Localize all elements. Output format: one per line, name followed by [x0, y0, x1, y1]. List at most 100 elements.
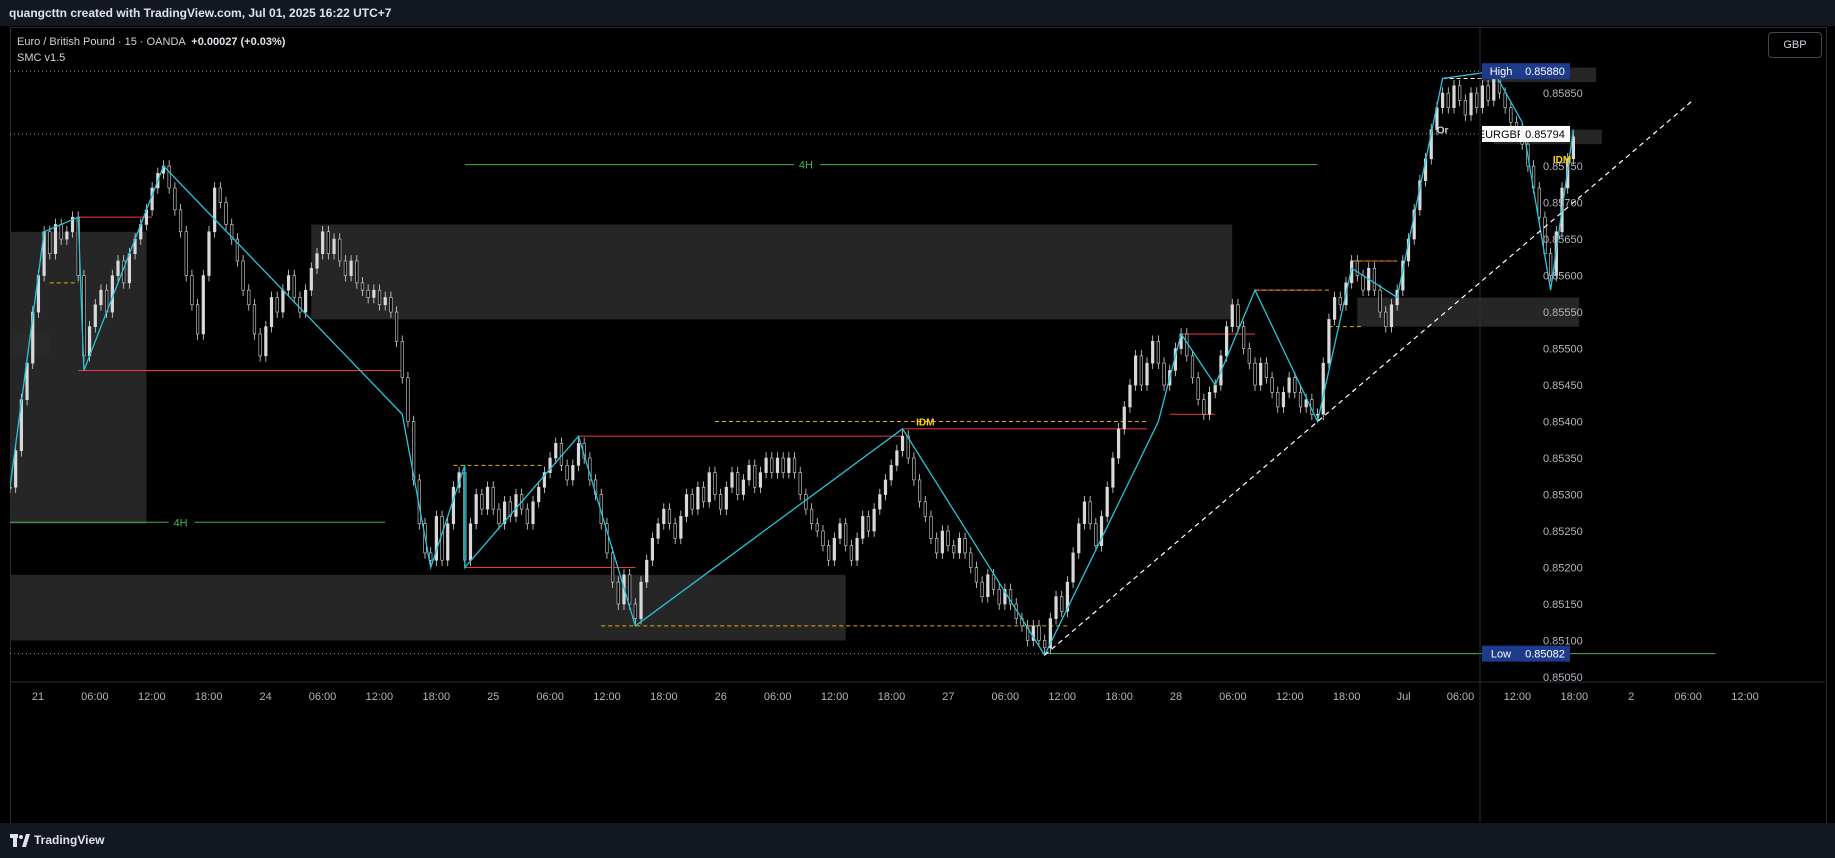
currency-button[interactable]: GBP [1768, 32, 1822, 58]
candle-body [269, 297, 274, 327]
time-axis-tick: 06:00 [536, 691, 564, 703]
candle-body [241, 260, 245, 291]
candle-body [1128, 384, 1132, 408]
chart-annotation: IDM [916, 418, 934, 429]
candle-body [1162, 362, 1166, 386]
time-axis-tick: 06:00 [764, 691, 792, 703]
candle-body [201, 275, 205, 335]
candle-body [935, 538, 939, 554]
candle-body [787, 457, 791, 473]
candle-body [662, 508, 666, 525]
candle-body [804, 494, 808, 510]
candle-body [1327, 319, 1331, 364]
time-axis-tick: 18:00 [1561, 691, 1589, 703]
candle-body [1389, 304, 1394, 327]
price-chart[interactable]: 4H4H4HIDMIDMM15Or0.858500.857500.857000.… [10, 27, 1825, 822]
price-axis-tick: 0.85650 [1543, 234, 1583, 246]
candle-body [633, 603, 637, 619]
candle-body [1480, 85, 1485, 108]
candle-body [815, 523, 819, 532]
time-axis-tick: 27 [942, 691, 954, 703]
candle-body [849, 545, 853, 561]
candle-body [196, 304, 200, 335]
candle-body [537, 486, 541, 503]
price-axis-tick: 0.85700 [1543, 198, 1583, 210]
liquidity-zone [311, 224, 1233, 320]
candle-body [360, 282, 365, 291]
candle-body [315, 253, 319, 269]
footer-brand: TradingView [34, 833, 105, 847]
candle-body [667, 508, 672, 525]
footer-bar: TradingView [0, 823, 1835, 858]
time-axis-tick: 26 [715, 691, 727, 703]
candle-body [679, 516, 683, 539]
candle-body [1458, 85, 1462, 101]
candle-body [59, 224, 63, 240]
candle-body [264, 326, 268, 357]
candle-body [440, 516, 444, 561]
candle-body [855, 538, 859, 561]
price-axis-tick: 0.85150 [1543, 599, 1583, 611]
time-axis-tick: 28 [1170, 691, 1182, 703]
candle-body [321, 231, 325, 254]
candle-body [497, 508, 501, 525]
symbol-description[interactable]: Euro / British Pound · 15 · OANDA [17, 36, 185, 48]
time-axis-tick: 06:00 [81, 691, 109, 703]
price-axis-tick: 0.85750 [1543, 161, 1583, 173]
high-price-value: 0.85880 [1525, 66, 1565, 78]
candle-body [1384, 311, 1388, 327]
candle-body [1156, 340, 1160, 364]
candle-body [656, 523, 660, 539]
candle-body [1145, 362, 1149, 386]
candle-body [639, 581, 643, 619]
liquidity-zone [10, 574, 846, 641]
high-price-label: High [1490, 66, 1513, 78]
candle-body [99, 289, 103, 306]
time-axis-tick: 06:00 [1447, 691, 1475, 703]
candle-body [178, 209, 183, 233]
candle-body [1298, 392, 1303, 408]
candle-body [645, 559, 649, 583]
attribution-bar: quangcttn created with TradingView.com, … [0, 0, 1835, 26]
price-axis-tick: 0.85450 [1543, 380, 1583, 392]
candle-body [957, 538, 961, 554]
candle-body [1372, 267, 1376, 291]
candle-body [116, 260, 120, 276]
price-axis-tick: 0.85250 [1543, 526, 1583, 538]
candle-body [525, 508, 529, 525]
candle-body [997, 589, 1001, 605]
candle-body [1281, 392, 1286, 408]
candle-body [1469, 92, 1473, 116]
candle-body [474, 494, 478, 525]
candle-body [730, 472, 734, 488]
candle-body [684, 494, 689, 517]
candle-body [65, 231, 69, 240]
candle-body [1247, 348, 1251, 364]
candle-body [1509, 107, 1513, 123]
time-axis-tick: 12:00 [1731, 691, 1759, 703]
tradingview-logo-icon[interactable] [10, 834, 30, 847]
indicator-name[interactable]: SMC v1.5 [17, 50, 285, 66]
candle-body [963, 538, 967, 554]
candle-body [184, 231, 188, 276]
candle-body [690, 494, 694, 510]
candle-body [1463, 100, 1467, 116]
candle-body [1338, 297, 1342, 306]
candle-body [286, 275, 291, 291]
candle-body [298, 297, 302, 313]
candle-body [258, 333, 262, 357]
candle-body [895, 450, 899, 466]
candle-body [792, 457, 797, 473]
time-axis-tick: 12:00 [821, 691, 849, 703]
time-axis-tick: 12:00 [1048, 691, 1076, 703]
candle-body [781, 457, 785, 473]
time-axis-tick: 12:00 [366, 691, 394, 703]
candle-body [292, 275, 296, 298]
candle-body [741, 479, 745, 495]
candle-body [1196, 377, 1200, 400]
candle-body [952, 545, 956, 554]
symbol-line: Euro / British Pound · 15 · OANDA +0.000… [17, 34, 285, 50]
candle-body [1105, 486, 1109, 517]
htf-level-label: 4H [174, 517, 188, 529]
candle-body [309, 267, 313, 291]
